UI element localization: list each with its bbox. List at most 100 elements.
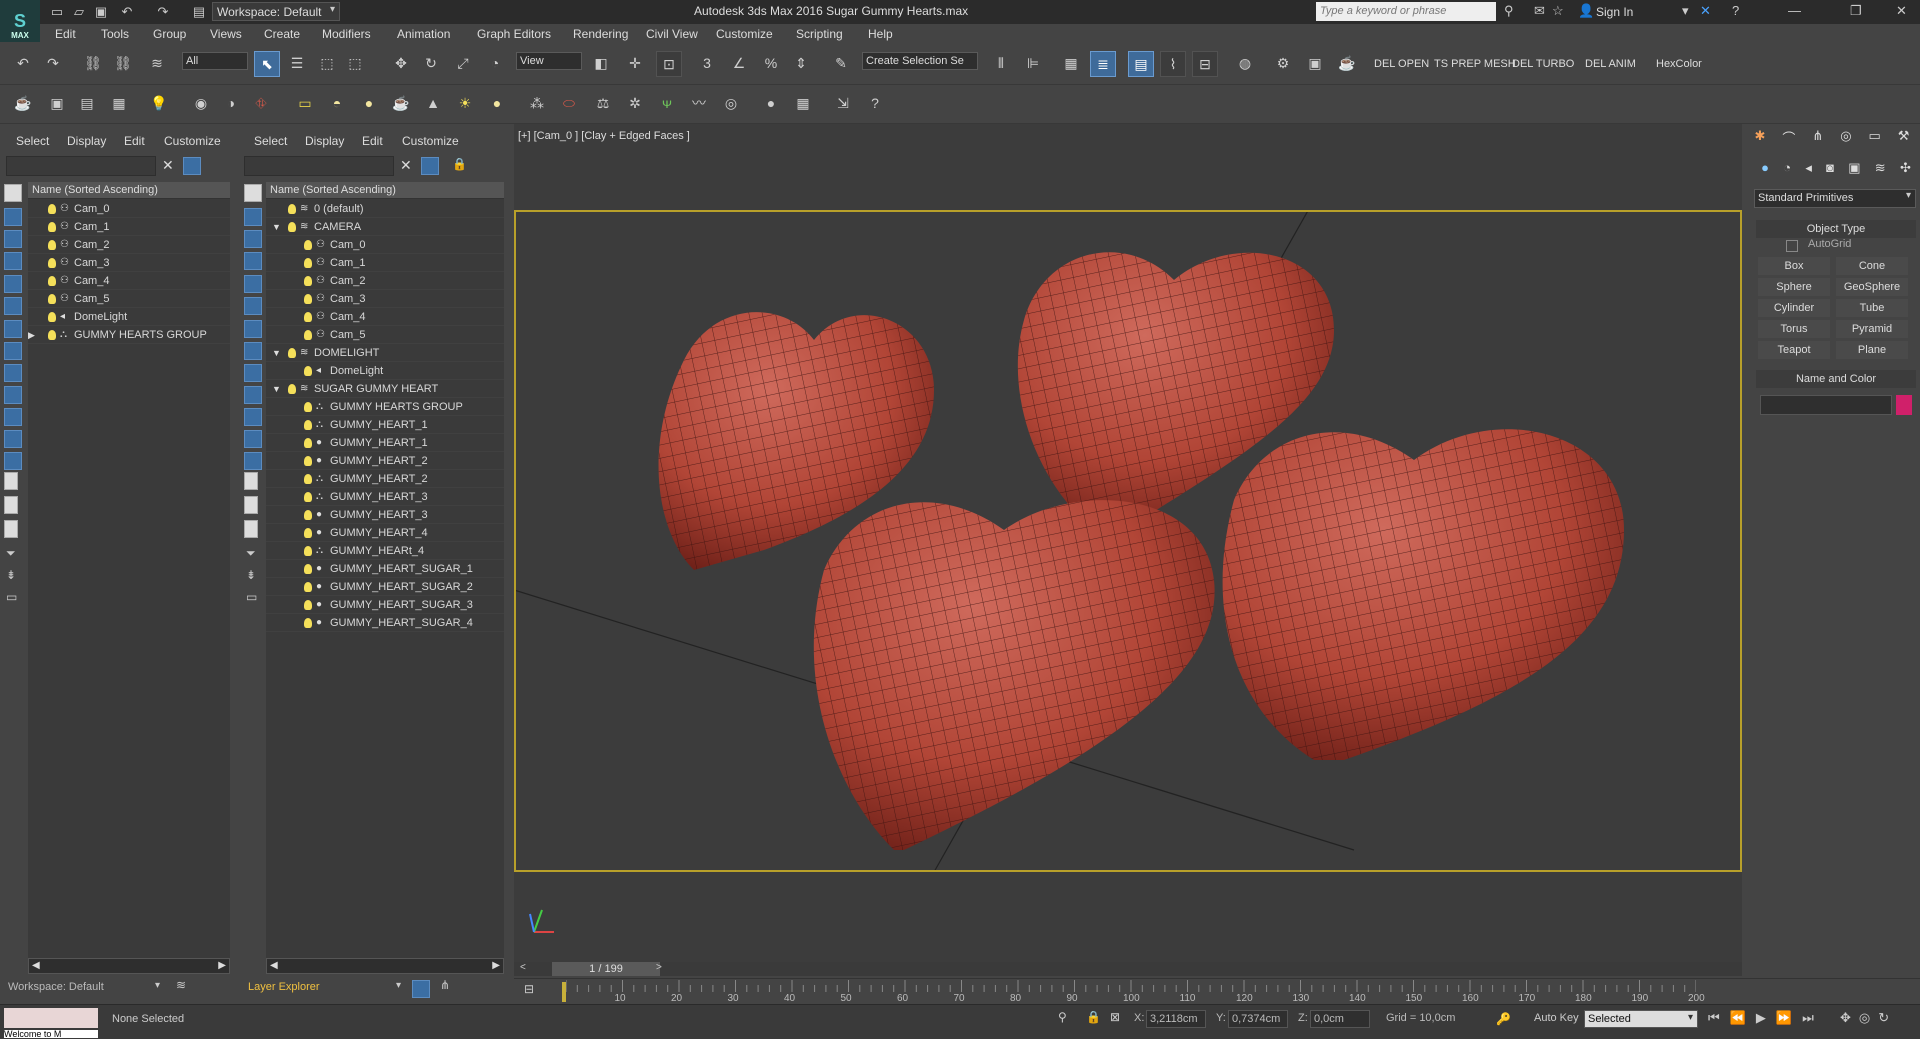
keyword-search-input[interactable]: Type a keyword or phrase (1316, 2, 1496, 21)
time-slider-thumb[interactable]: 1 / 199 (552, 962, 660, 976)
display-none-icon[interactable] (4, 184, 22, 202)
display-hidden-icon[interactable] (244, 452, 262, 470)
close-icon[interactable]: ✕ (1896, 3, 1907, 19)
mirror-icon[interactable]: ⫴ (988, 51, 1014, 77)
visibility-bulb-icon[interactable] (288, 222, 296, 233)
scroll-right-icon[interactable]: ▶ (218, 959, 229, 973)
align-icon[interactable]: ⊫ (1020, 51, 1046, 77)
workspace-dropdown[interactable]: Workspace: Default (212, 2, 340, 21)
collapse-icon[interactable]: ▼ (272, 380, 282, 398)
scene-explorer-row[interactable]: ⚇ Cam_1 (28, 218, 230, 236)
rectangular-selection-icon[interactable]: ⬚ (314, 51, 340, 77)
rotate-icon[interactable]: ↻ (418, 51, 444, 77)
cylinder-button[interactable]: Cylinder (1758, 299, 1830, 317)
auto-key-button[interactable]: Auto Key (1534, 1012, 1579, 1024)
app-logo-button[interactable]: S MAX (0, 0, 40, 42)
scroll-right-icon[interactable]: ▶ (492, 959, 503, 973)
collapse-icon[interactable]: ▼ (272, 344, 282, 362)
field-of-view-icon[interactable]: ◎ (1859, 1010, 1870, 1026)
time-slider[interactable] (514, 962, 1742, 976)
spinner-snap-icon[interactable]: ⇕ (788, 51, 814, 77)
layer-explorer-column-header[interactable]: Name (Sorted Ascending) (266, 182, 504, 199)
select-and-link-icon[interactable]: ⛓ (80, 51, 106, 77)
dome-light-icon[interactable]: ◓ (324, 91, 350, 117)
scroll-left-icon[interactable]: ◀ (267, 960, 278, 971)
chevron-down-icon[interactable]: ▾ (1682, 3, 1689, 19)
display-frozen-icon[interactable] (244, 430, 262, 448)
layer-object-row[interactable]: ● GUMMY_HEART_SUGAR_3 (266, 596, 504, 614)
viewport-label[interactable]: [+] [Cam_0 ] [Clay + Edged Faces ] (518, 130, 690, 142)
minimize-icon[interactable]: — (1788, 3, 1801, 18)
sphere-fade-icon[interactable]: ⚖ (590, 91, 616, 117)
window-crossing-icon[interactable]: ⬚ (342, 51, 368, 77)
curve-editor-mini-icon[interactable]: ⊟ (524, 982, 534, 996)
layer-object-row[interactable]: ⛬ GUMMY_HEART_2 (266, 470, 504, 488)
visibility-bulb-icon[interactable] (304, 564, 312, 575)
display-geometry-icon[interactable] (4, 208, 22, 226)
visibility-bulb-icon[interactable] (304, 510, 312, 521)
layer-object-row[interactable]: ● GUMMY_HEART_SUGAR_2 (266, 578, 504, 596)
go-to-start-icon[interactable]: ⏮ (1708, 1010, 1720, 1026)
visibility-bulb-icon[interactable] (304, 456, 312, 467)
layer-object-row[interactable]: ● GUMMY_HEART_1 (266, 434, 504, 452)
reference-coordinate-dropdown[interactable]: View (516, 52, 582, 70)
menu-group[interactable]: Group (153, 27, 186, 41)
curve-editor-icon[interactable]: ⌇ (1160, 51, 1186, 77)
create-tab-icon[interactable]: ✱ (1754, 128, 1765, 150)
layer-object-row[interactable]: ● GUMMY_HEART_4 (266, 524, 504, 542)
layer-object-row[interactable]: ⛬ GUMMY HEARTS GROUP (266, 398, 504, 416)
visibility-bulb-icon[interactable] (48, 258, 56, 269)
layers-icon[interactable]: ≋ (176, 978, 186, 992)
rendered-frame-window-icon[interactable]: ▣ (1302, 51, 1328, 77)
camera-icon[interactable]: ◉ (188, 91, 214, 117)
maxscript-listener-pink[interactable] (4, 1008, 98, 1028)
box-button[interactable]: Box (1758, 257, 1830, 275)
display-geometry-icon[interactable] (244, 208, 262, 226)
bind-to-space-warp-icon[interactable]: ≋ (144, 51, 170, 77)
layer-row[interactable]: ▼ ≋ SUGAR GUMMY HEART (266, 380, 504, 398)
scene-explorer-search-input[interactable] (6, 156, 156, 176)
visibility-bulb-icon[interactable] (48, 240, 56, 251)
display-spacewarps-icon[interactable] (4, 320, 22, 338)
save-file-icon[interactable]: ▣ (92, 3, 110, 21)
visibility-bulb-icon[interactable] (304, 330, 312, 341)
display-lights-icon[interactable] (4, 252, 22, 270)
scene-explorer-column-header[interactable]: Name (Sorted Ascending) (28, 182, 230, 199)
project-folder-icon[interactable]: ▤ (190, 3, 208, 21)
display-xrefs-icon[interactable] (4, 364, 22, 382)
sun-light-icon[interactable]: ☀ (452, 91, 478, 117)
menu-civil-view[interactable]: Civil View (646, 27, 698, 41)
visibility-bulb-icon[interactable] (48, 276, 56, 287)
select-manipulate-icon[interactable]: ✛ (622, 51, 648, 77)
display-groups-icon[interactable] (4, 342, 22, 360)
undo-icon[interactable]: ↶ (118, 3, 136, 21)
maxscript-listener-white[interactable]: Welcome to M (4, 1030, 98, 1038)
find-case-icon[interactable] (421, 157, 439, 175)
scene-explorer-row[interactable]: ⚇ Cam_3 (28, 254, 230, 272)
sphere-light-icon[interactable]: ● (356, 91, 382, 117)
layer-object-row[interactable]: ⚇ Cam_4 (266, 308, 504, 326)
del-anim-button[interactable]: DEL ANIM (1585, 58, 1636, 70)
layer-object-row[interactable]: ● GUMMY_HEART_SUGAR_4 (266, 614, 504, 632)
object-color-swatch[interactable] (1896, 395, 1912, 415)
torus-button[interactable]: Torus (1758, 320, 1830, 338)
selection-filter-dropdown[interactable]: All (182, 52, 248, 70)
texture-icon[interactable]: ◎ (718, 91, 744, 117)
display-lights-icon[interactable] (244, 252, 262, 270)
toggle-scene-explorer-icon[interactable]: ≣ (1090, 51, 1116, 77)
unlink-icon[interactable]: ⛓ (110, 51, 136, 77)
help-icon[interactable]: ? (1732, 3, 1739, 18)
layer-explorer-tab-edit[interactable]: Edit (362, 134, 383, 148)
primitive-category-dropdown[interactable]: Standard Primitives (1754, 189, 1916, 208)
menu-create[interactable]: Create (264, 27, 300, 41)
open-file-icon[interactable]: ▱ (70, 3, 88, 21)
hair-icon[interactable]: 〰 (686, 91, 712, 117)
visibility-bulb-icon[interactable] (304, 546, 312, 557)
restore-icon[interactable]: ❐ (1850, 3, 1862, 19)
named-selection-dropdown[interactable]: Create Selection Se (862, 52, 978, 70)
layer-row[interactable]: ▼ ≋ DOMELIGHT (266, 344, 504, 362)
mesh-light-icon[interactable]: ☕ (388, 91, 414, 117)
lights-icon[interactable]: ◂ (1805, 160, 1812, 182)
scene-explorer-row[interactable]: ⚇ Cam_0 (28, 200, 230, 218)
del-open-button[interactable]: DEL OPEN (1374, 58, 1429, 70)
